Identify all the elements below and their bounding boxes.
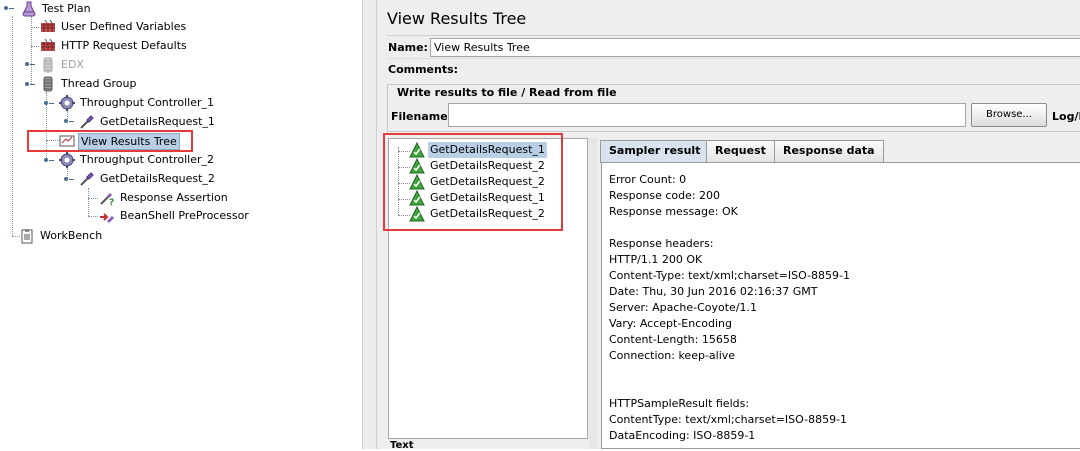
- tree-label: GetDetailsRequest_2: [100, 172, 215, 185]
- variables-icon: [40, 19, 56, 35]
- result-line: DataEncoding: ISO-8859-1: [609, 429, 756, 442]
- name-label: Name:: [388, 41, 428, 54]
- svg-text:?: ?: [109, 198, 114, 206]
- name-field[interactable]: [430, 38, 1080, 57]
- tree-label: Test Plan: [42, 2, 91, 15]
- defaults-icon: [40, 38, 56, 54]
- flask-icon: [21, 1, 37, 17]
- sampler-result-text[interactable]: Error Count: 0 Response code: 200 Respon…: [601, 162, 1080, 449]
- highlight-box-results: [383, 133, 563, 231]
- list-footer: [388, 438, 588, 449]
- expand-toggle-request-2[interactable]: [62, 175, 74, 184]
- pipette-icon: [79, 114, 95, 130]
- result-line: Response message: OK: [609, 205, 738, 218]
- gear-icon: [59, 152, 75, 168]
- result-line: Server: Apache-Coyote/1.1: [609, 301, 758, 314]
- result-line: ContentType: text/xml;charset=ISO-8859-1: [609, 413, 848, 426]
- tree-label: BeanShell PreProcessor: [120, 209, 249, 222]
- pane-splitter[interactable]: [362, 0, 377, 449]
- tree-label: WorkBench: [40, 229, 103, 242]
- pipette-icon: [79, 171, 95, 187]
- panel-title: View Results Tree: [387, 9, 527, 28]
- expand-toggle-thread-group[interactable]: [23, 80, 35, 89]
- result-line: Date: Thu, 30 Jun 2016 02:16:37 GMT: [609, 285, 818, 298]
- expand-toggle-edx[interactable]: [23, 60, 35, 69]
- comments-label: Comments:: [388, 63, 459, 76]
- tab-response-data[interactable]: Response data: [774, 140, 884, 162]
- assertion-icon: ?: [99, 190, 115, 208]
- tree-label: EDX: [61, 58, 84, 71]
- result-line: Content-Type: text/xml;charset=ISO-8859-…: [609, 269, 851, 282]
- list-splitter[interactable]: [589, 138, 597, 449]
- log-display-label: Log/D: [1052, 110, 1080, 123]
- result-line: Content-Length: 15658: [609, 333, 737, 346]
- thread-group-icon: [40, 76, 56, 92]
- tree-label: Thread Group: [61, 77, 137, 90]
- expand-toggle-test-plan[interactable]: [2, 4, 14, 13]
- filename-input[interactable]: [448, 103, 966, 127]
- tree-label: HTTP Request Defaults: [61, 39, 187, 52]
- browse-button[interactable]: Browse...: [971, 103, 1047, 127]
- view-results-tree-panel: View Results Tree Name: Comments: Write …: [377, 0, 1080, 451]
- tree-label: Response Assertion: [120, 191, 228, 204]
- tree-label: Throughput Controller_2: [80, 153, 214, 166]
- highlight-box-tree: [27, 130, 193, 152]
- expand-toggle-throughput-1[interactable]: [42, 99, 54, 108]
- result-line: Error Count: 0: [609, 173, 687, 186]
- result-line: Connection: keep-alive: [609, 349, 736, 362]
- thread-group-icon: [40, 57, 56, 73]
- tree-label: Throughput Controller_1: [80, 96, 214, 109]
- test-plan-tree: Test Plan User Defined Variables HTTP Re…: [0, 0, 362, 449]
- clipboard-icon: [19, 228, 35, 244]
- result-line: HTTPSampleResult fields:: [609, 397, 750, 410]
- filename-label: Filename: [391, 110, 448, 123]
- list-footer-text: Text: [390, 440, 414, 451]
- result-line: HTTP/1.1 200 OK: [609, 253, 703, 266]
- tab-request[interactable]: Request: [706, 140, 775, 162]
- result-line: Response headers:: [609, 237, 714, 250]
- result-tabs: Sampler result Request Response data: [598, 140, 1080, 163]
- tab-sampler-result[interactable]: Sampler result: [600, 140, 710, 163]
- gear-icon: [59, 95, 75, 111]
- result-line: Response code: 200: [609, 189, 721, 202]
- expand-toggle-throughput-2[interactable]: [42, 156, 54, 165]
- tree-label: User Defined Variables: [61, 20, 187, 33]
- name-row: Name:: [387, 35, 1080, 59]
- expand-toggle-request-1[interactable]: [62, 117, 74, 126]
- preprocessor-icon: [99, 208, 115, 224]
- file-group-title: Write results to file / Read from file: [395, 86, 619, 99]
- result-line: Vary: Accept-Encoding: [609, 317, 732, 330]
- tree-label: GetDetailsRequest_1: [100, 115, 215, 128]
